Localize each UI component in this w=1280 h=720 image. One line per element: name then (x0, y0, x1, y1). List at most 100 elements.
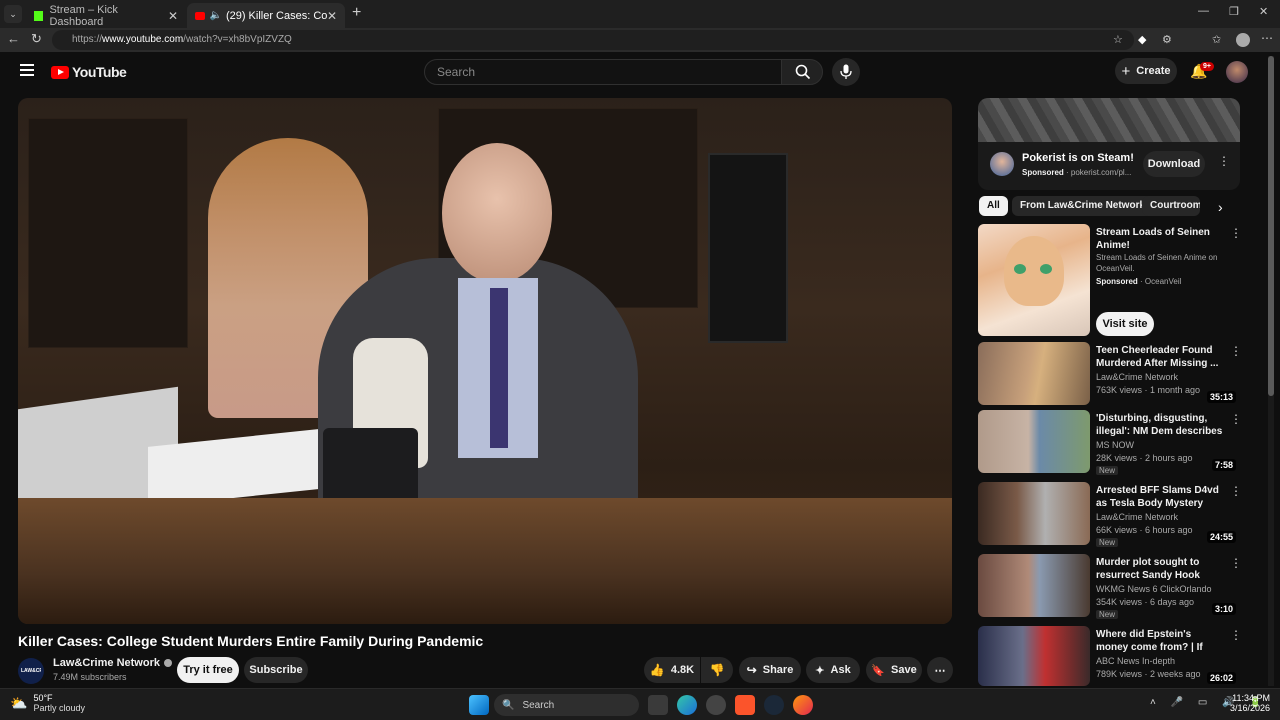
account-avatar[interactable] (1226, 61, 1248, 83)
url-prefix: https:// (72, 34, 103, 45)
minimize-button[interactable]: — (1198, 5, 1209, 17)
settings-icon[interactable] (706, 695, 726, 715)
rec-title: Murder plot sought to resurrect Sandy Ho… (1096, 557, 1200, 581)
kebab-menu-icon[interactable]: ⋮ (1230, 556, 1242, 570)
kebab-menu-icon[interactable]: ⋮ (1230, 484, 1242, 498)
address-bar[interactable]: https://www.youtube.com/watch?v=xh8bVpIZ… (52, 30, 1134, 50)
tab-kick-dashboard[interactable]: Stream – Kick Dashboard ✕ (26, 3, 186, 28)
puzzle-icon[interactable]: ⚙ (1162, 33, 1172, 46)
chip-from-channel[interactable]: From Law&Crime Network (1012, 196, 1154, 216)
kebab-menu-icon[interactable]: ⋮ (1230, 226, 1242, 240)
favorites-icon[interactable]: ✩ (1212, 33, 1221, 46)
sponsored-card[interactable]: Pokerist is on Steam! Sponsored · pokeri… (978, 98, 1240, 190)
courtroom-man-head (442, 143, 552, 283)
courtroom-man-tie (490, 288, 508, 448)
rec-meta: 66K views · 6 hours ago (1096, 525, 1193, 535)
star-icon[interactable]: ☆ (1113, 33, 1123, 46)
duration-badge: 24:55 (1206, 531, 1236, 543)
like-count: 4.8K (670, 664, 695, 676)
ad-kebab-icon[interactable]: ⋮ (1218, 154, 1230, 168)
weather-desc: Partly cloudy (33, 703, 85, 713)
more-icon[interactable]: ⋯ (1261, 31, 1273, 45)
close-icon[interactable]: ✕ (168, 9, 178, 23)
channel-avatar[interactable]: LAW&CRIME (18, 658, 44, 684)
recommendation-item[interactable]: 35:13 Teen Cheerleader Found Murdered Af… (978, 342, 1242, 406)
rec-title: Teen Cheerleader Found Murdered After Mi… (1096, 345, 1219, 369)
rec-meta: 354K views · 6 days ago (1096, 597, 1195, 607)
page-scrollbar[interactable] (1268, 56, 1274, 686)
channel-name-text: Law&Crime Network (53, 657, 160, 669)
recommendation-item[interactable]: 24:55 Arrested BFF Slams D4vd as Tesla B… (978, 482, 1242, 547)
tab-youtube-video[interactable]: 🔈 (29) Killer Cases: College Stud ✕ (187, 3, 345, 28)
subscribe-button[interactable]: Subscribe (244, 657, 308, 683)
speaker-icon[interactable]: 🔈 (209, 10, 221, 21)
back-icon[interactable]: ← (7, 31, 20, 46)
channel-name[interactable]: Law&Crime Network (53, 657, 172, 669)
browser-toolbar: ← ↻ https://www.youtube.com/watch?v=xh8b… (0, 28, 1280, 52)
youtube-icon (195, 11, 206, 20)
more-actions-button[interactable]: ⋯ (927, 657, 953, 683)
rec-meta: 789K views · 2 weeks ago (1096, 669, 1201, 679)
chip-courtrooms[interactable]: Courtrooms (1142, 196, 1200, 216)
new-badge: New (1096, 538, 1119, 547)
create-button[interactable]: + Create (1115, 58, 1177, 84)
taskbar-search[interactable]: 🔍 Search (494, 694, 639, 716)
kebab-menu-icon[interactable]: ⋮ (1230, 344, 1242, 358)
search-input[interactable]: Search (424, 59, 782, 85)
ask-button[interactable]: ✦ Ask (806, 657, 860, 683)
video-player[interactable] (18, 98, 952, 624)
profile-icon[interactable] (1236, 33, 1250, 47)
new-badge: New (1096, 466, 1119, 475)
windows-start-icon[interactable] (469, 695, 489, 715)
new-badge: New (1096, 610, 1119, 619)
scrollbar-thumb[interactable] (1268, 56, 1274, 396)
visit-site-button[interactable]: Visit site (1096, 312, 1154, 336)
logo-text: YouTube (72, 64, 127, 80)
reload-icon[interactable]: ↻ (31, 31, 42, 47)
steam-icon[interactable] (764, 695, 784, 715)
kebab-menu-icon[interactable]: ⋮ (1230, 628, 1240, 642)
save-button[interactable]: 🔖 Save (866, 657, 922, 683)
brave-icon[interactable] (735, 695, 755, 715)
task-view-icon[interactable] (648, 695, 668, 715)
close-window-button[interactable]: ✕ (1259, 5, 1268, 18)
recommendation-item[interactable]: 26:02 Where did Epstein's money come fro… (978, 626, 1240, 686)
chevron-right-icon[interactable]: › (1218, 199, 1223, 215)
chip-all[interactable]: All (979, 196, 1008, 216)
recommendation-item[interactable]: 3:10 Murder plot sought to resurrect San… (978, 554, 1242, 619)
duration-badge: 7:58 (1211, 459, 1236, 471)
hamburger-menu-icon[interactable] (20, 64, 34, 76)
rec-channel: Law&Crime Network (1096, 512, 1179, 522)
tab-title: (29) Killer Cases: College Stud (225, 9, 327, 22)
share-label: Share (762, 664, 794, 676)
edge-icon[interactable] (677, 695, 697, 715)
clock[interactable]: 11:34 PM 3/16/2026 (1228, 693, 1270, 713)
close-icon[interactable]: ✕ (327, 9, 337, 23)
download-button[interactable]: Download (1143, 151, 1205, 177)
rec-meta: 763K views · 1 month ago (1096, 385, 1201, 395)
restore-button[interactable]: ❐ (1229, 5, 1239, 18)
ask-label: Ask (830, 664, 851, 676)
weather-widget[interactable]: ⛅ 50°F Partly cloudy (10, 693, 85, 713)
sponsored-recommendation[interactable]: Stream Loads of Seinen Anime! Stream Loa… (978, 224, 1242, 336)
new-tab-button[interactable]: + (352, 4, 361, 22)
youtube-logo[interactable]: YouTube (51, 64, 127, 80)
plus-icon: + (1121, 62, 1131, 80)
tab-list-button[interactable]: ⌄ (4, 5, 22, 23)
duration-badge: 3:10 (1211, 603, 1236, 615)
extension-icon[interactable]: ◆ (1138, 33, 1146, 46)
rec-meta: 28K views · 2 hours ago (1096, 453, 1193, 463)
dislike-button[interactable]: 👎 (701, 657, 733, 683)
firefox-icon[interactable] (793, 695, 813, 715)
rec-channel: MS NOW (1096, 440, 1134, 450)
like-button[interactable]: 👍 4.8K (644, 657, 700, 683)
share-button[interactable]: ↪ Share (739, 657, 801, 683)
recommendation-item[interactable]: 7:58 'Disturbing, disgusting, illegal': … (978, 410, 1242, 475)
try-it-free-button[interactable]: Try it free (177, 657, 239, 683)
kebab-menu-icon[interactable]: ⋮ (1230, 412, 1242, 426)
video-thumbnail (978, 410, 1090, 473)
voice-search-button[interactable] (832, 58, 860, 86)
notification-count-badge: 9+ (1200, 62, 1214, 71)
search-button[interactable] (781, 59, 823, 85)
ad-avatar (990, 152, 1014, 176)
